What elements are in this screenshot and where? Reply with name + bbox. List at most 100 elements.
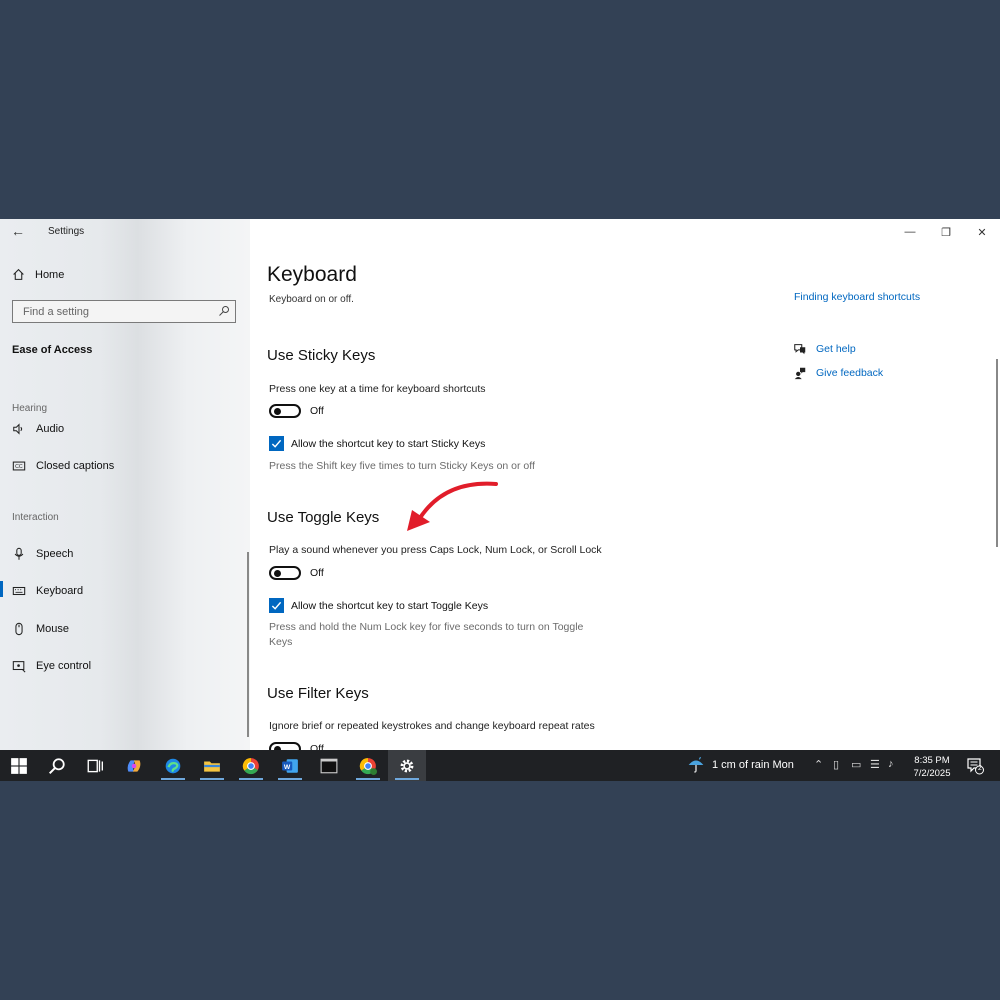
- selected-indicator: [0, 581, 3, 597]
- search-box[interactable]: [12, 300, 236, 323]
- main-content: — ❐ ✕ Keyboard ​ Keyboard on or off. Use…: [250, 219, 1000, 756]
- sidebar-item-eye-control[interactable]: Eye control: [12, 657, 91, 675]
- taskbar-app-settings[interactable]: [388, 750, 426, 781]
- running-indicator: [356, 778, 380, 780]
- sticky-keys-hint: Press the Shift key five times to turn S…: [269, 460, 535, 472]
- sticky-keys-toggle-state: Off: [310, 405, 324, 417]
- sidebar-item-closed-captions[interactable]: CC Closed captions: [12, 457, 114, 475]
- word-icon: W: [282, 758, 298, 773]
- mouse-icon: [15, 622, 23, 636]
- cut-off-label: Keyboard on or off.: [269, 294, 354, 305]
- notification-count: 2: [978, 765, 982, 772]
- sticky-keys-toggle[interactable]: [269, 404, 301, 418]
- page-title: Keyboard: [267, 263, 357, 286]
- taskbar-app-terminal[interactable]: [310, 750, 348, 781]
- running-indicator: [200, 778, 224, 780]
- folder-icon: [204, 761, 220, 772]
- clock-time: 8:35 PM: [914, 755, 950, 766]
- eye-control-icon: [12, 661, 26, 673]
- settings-screen: ← Settings Home Ease of Access Hearing A…: [0, 219, 1000, 781]
- edge-icon: [165, 758, 181, 773]
- sidebar-item-speech[interactable]: Speech: [12, 545, 73, 563]
- svg-text:W: W: [284, 763, 291, 770]
- main-scrollbar[interactable]: [996, 359, 998, 547]
- annotation-arrow-icon: [407, 481, 498, 531]
- running-indicator: [278, 778, 302, 780]
- sidebar-scrollbar[interactable]: [247, 552, 249, 737]
- sidebar-item-keyboard[interactable]: Keyboard: [12, 582, 83, 600]
- category-heading: Ease of Access: [12, 344, 93, 356]
- taskbar-app-edge[interactable]: [154, 750, 192, 781]
- sidebar-item-label: Mouse: [36, 623, 70, 635]
- window-controls: — ❐ ✕: [892, 219, 1000, 245]
- give-feedback-row[interactable]: Give feedback: [793, 366, 883, 380]
- meet-now-icon[interactable]: ▯: [833, 758, 839, 771]
- toggle-keys-toggle-state: Off: [310, 567, 324, 579]
- keyboard-icon: [12, 586, 26, 596]
- taskbar-app-chrome[interactable]: [232, 750, 270, 781]
- running-indicator: [239, 778, 263, 780]
- taskbar-app-file-explorer[interactable]: [193, 750, 231, 781]
- terminal-icon: [320, 758, 338, 773]
- sidebar-item-label: Speech: [36, 548, 74, 560]
- taskbar-app-word[interactable]: W: [271, 750, 309, 781]
- filter-keys-description: Ignore brief or repeated keystrokes and …: [269, 720, 595, 732]
- weather-widget[interactable]: 1 cm of rain Mon: [687, 756, 794, 774]
- get-help-link[interactable]: Get help: [816, 343, 856, 355]
- notifications-button[interactable]: 2: [966, 757, 984, 775]
- get-help-row[interactable]: Get help: [793, 342, 856, 356]
- sticky-keys-shortcut-checkbox-row[interactable]: Allow the shortcut key to start Sticky K…: [269, 436, 485, 451]
- home-label: Home: [35, 268, 65, 281]
- checkmark-icon: [271, 439, 282, 448]
- back-arrow-icon[interactable]: ←: [11, 223, 25, 239]
- taskbar-app-chrome-profile[interactable]: [349, 750, 387, 781]
- window-title: Settings: [48, 226, 85, 237]
- taskbar-app-copilot[interactable]: [115, 750, 153, 781]
- title-bar: ← Settings: [0, 219, 250, 245]
- group-label-hearing: Hearing: [12, 403, 48, 414]
- filter-keys-heading: Use Filter Keys: [267, 685, 369, 702]
- sticky-keys-heading: Use Sticky Keys: [267, 347, 376, 364]
- sidebar-item-home[interactable]: Home: [12, 268, 64, 281]
- checkmark-icon: [271, 601, 282, 610]
- show-hidden-icons-chevron-icon[interactable]: ⌃: [814, 758, 823, 771]
- chrome-profile-icon: [359, 757, 377, 775]
- battery-icon[interactable]: ▭: [851, 758, 861, 771]
- chrome-icon: [242, 757, 259, 774]
- toggle-knob: [274, 408, 281, 415]
- home-icon: [13, 268, 24, 280]
- toggle-keys-toggle[interactable]: [269, 566, 301, 580]
- wifi-icon[interactable]: ☰: [870, 758, 880, 771]
- running-indicator: [161, 778, 185, 780]
- volume-icon[interactable]: ♪: [888, 758, 894, 770]
- restore-button[interactable]: ❐: [928, 219, 964, 245]
- sidebar-item-label: Audio: [36, 423, 65, 435]
- search-icon: [48, 757, 65, 774]
- sticky-keys-shortcut-checkbox[interactable]: [269, 436, 284, 451]
- search-icon[interactable]: [218, 305, 230, 317]
- taskbar-search-button[interactable]: [38, 750, 76, 781]
- sidebar-item-audio[interactable]: Audio: [12, 420, 64, 438]
- svg-text:CC: CC: [15, 464, 23, 470]
- clock-date: 7/2/2025: [913, 768, 951, 779]
- start-button[interactable]: [0, 750, 38, 781]
- microphone-icon: [14, 547, 24, 560]
- task-view-button[interactable]: [76, 750, 114, 781]
- sidebar-item-mouse[interactable]: Mouse: [12, 620, 69, 638]
- search-input[interactable]: [21, 305, 215, 319]
- minimize-button[interactable]: —: [892, 219, 928, 245]
- sidebar-item-label: Eye control: [36, 660, 92, 672]
- toggle-knob: [274, 570, 281, 577]
- sidebar: ← Settings Home Ease of Access Hearing A…: [0, 219, 250, 750]
- clock[interactable]: 8:35 PM 7/2/2025: [906, 754, 958, 780]
- give-feedback-link[interactable]: Give feedback: [816, 367, 883, 379]
- toggle-keys-toggle-row: Off: [269, 566, 324, 580]
- umbrella-rain-icon: [688, 756, 704, 773]
- task-view-icon: [87, 759, 103, 772]
- close-button[interactable]: ✕: [964, 219, 1000, 245]
- toggle-keys-shortcut-checkbox[interactable]: [269, 598, 284, 613]
- toggle-keys-shortcut-checkbox-row[interactable]: Allow the shortcut key to start Toggle K…: [269, 598, 488, 613]
- windows-logo-icon: [11, 757, 27, 774]
- group-label-interaction: Interaction: [12, 512, 59, 523]
- finding-keyboard-shortcuts-link[interactable]: Finding keyboard shortcuts: [794, 291, 920, 303]
